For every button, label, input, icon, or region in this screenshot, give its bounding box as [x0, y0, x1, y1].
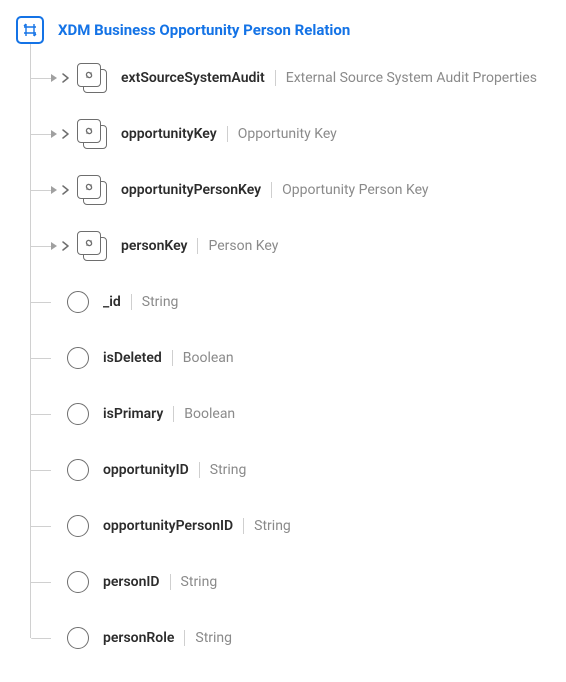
- field-type: String: [181, 574, 218, 590]
- divider: [271, 182, 272, 198]
- object-icon: [77, 231, 107, 261]
- leaf-icon: [67, 459, 89, 481]
- schema-root[interactable]: XDM Business Opportunity Person Relation: [16, 16, 550, 44]
- leaf-icon: [67, 403, 89, 425]
- field-type: Opportunity Person Key: [282, 182, 428, 198]
- field-row[interactable]: _id String: [31, 274, 550, 330]
- field-name: personID: [103, 574, 160, 590]
- field-type: Boolean: [184, 406, 235, 422]
- field-row[interactable]: opportunityKey Opportunity Key: [31, 106, 550, 162]
- field-type: External Source System Audit Properties: [286, 70, 537, 86]
- tree-connector: [31, 554, 51, 610]
- field-name: extSourceSystemAudit: [121, 70, 265, 86]
- field-name: isPrimary: [103, 406, 163, 422]
- field-name: isDeleted: [103, 350, 162, 366]
- object-icon: [77, 63, 107, 93]
- divider: [131, 294, 132, 310]
- divider: [243, 518, 244, 534]
- tree-connector: [31, 330, 51, 386]
- leaf-icon: [67, 291, 89, 313]
- divider: [199, 462, 200, 478]
- divider: [227, 126, 228, 142]
- divider: [170, 574, 171, 590]
- arrow-icon: [51, 130, 57, 138]
- leaf-icon: [67, 347, 89, 369]
- divider: [173, 406, 174, 422]
- tree-connector: [31, 274, 51, 330]
- schema-tree: extSourceSystemAudit External Source Sys…: [30, 44, 550, 666]
- expand-chevron-icon[interactable]: [61, 185, 71, 195]
- tree-connector: [31, 498, 51, 554]
- arrow-icon: [51, 186, 57, 194]
- leaf-icon: [67, 571, 89, 593]
- field-name: opportunityPersonKey: [121, 182, 261, 198]
- field-row[interactable]: personRole String: [31, 610, 550, 666]
- field-type: Opportunity Key: [238, 126, 337, 142]
- schema-title: XDM Business Opportunity Person Relation: [58, 21, 350, 39]
- field-row[interactable]: isPrimary Boolean: [31, 386, 550, 442]
- field-row[interactable]: opportunityPersonID String: [31, 498, 550, 554]
- field-type: String: [142, 294, 179, 310]
- expand-chevron-icon[interactable]: [61, 129, 71, 139]
- field-row[interactable]: opportunityPersonKey Opportunity Person …: [31, 162, 550, 218]
- tree-connector: [31, 50, 51, 106]
- field-type: String: [254, 518, 291, 534]
- field-type: Boolean: [183, 350, 234, 366]
- field-row[interactable]: personID String: [31, 554, 550, 610]
- field-row[interactable]: personKey Person Key: [31, 218, 550, 274]
- field-row[interactable]: extSourceSystemAudit External Source Sys…: [31, 50, 550, 106]
- field-name: opportunityID: [103, 462, 189, 478]
- leaf-icon: [67, 627, 89, 649]
- field-name: opportunityKey: [121, 126, 217, 142]
- object-icon: [77, 119, 107, 149]
- leaf-icon: [67, 515, 89, 537]
- field-type: String: [195, 630, 232, 646]
- field-name: personRole: [103, 630, 174, 646]
- divider: [197, 238, 198, 254]
- field-name: opportunityPersonID: [103, 518, 233, 534]
- object-icon: [77, 175, 107, 205]
- tree-connector: [31, 610, 51, 666]
- divider: [275, 70, 276, 86]
- field-name: _id: [103, 294, 121, 310]
- tree-connector: [31, 386, 51, 442]
- arrow-icon: [51, 242, 57, 250]
- expand-chevron-icon[interactable]: [61, 73, 71, 83]
- divider: [172, 350, 173, 366]
- tree-connector: [31, 162, 51, 218]
- arrow-icon: [51, 74, 57, 82]
- expand-chevron-icon[interactable]: [61, 241, 71, 251]
- schema-icon: [16, 16, 44, 44]
- tree-connector: [31, 442, 51, 498]
- field-type: Person Key: [208, 238, 278, 254]
- field-row[interactable]: isDeleted Boolean: [31, 330, 550, 386]
- tree-connector: [31, 106, 51, 162]
- divider: [184, 630, 185, 646]
- field-type: String: [210, 462, 247, 478]
- tree-connector: [31, 218, 51, 274]
- field-row[interactable]: opportunityID String: [31, 442, 550, 498]
- field-name: personKey: [121, 238, 187, 254]
